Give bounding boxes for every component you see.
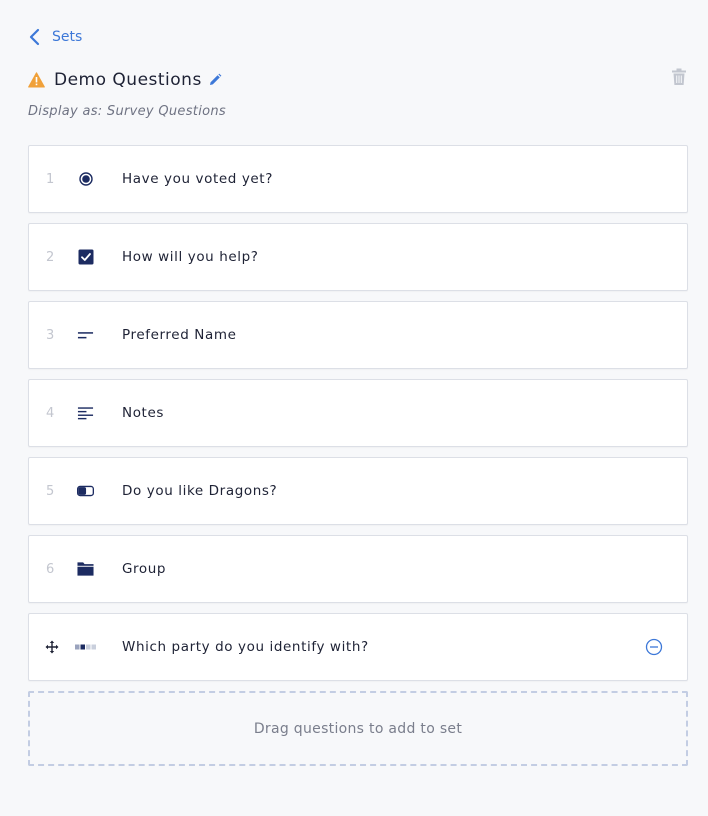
question-row[interactable]: 3 Preferred Name bbox=[28, 301, 688, 369]
back-label: Sets bbox=[52, 29, 83, 45]
remove-question-minus-circle-icon[interactable] bbox=[645, 638, 663, 656]
drag-handle-move-icon[interactable] bbox=[45, 640, 59, 654]
question-number: 5 bbox=[46, 483, 55, 499]
question-number: 1 bbox=[46, 171, 55, 187]
long-text-icon bbox=[77, 405, 94, 422]
warning-icon bbox=[28, 72, 45, 88]
question-row-hovered[interactable]: Which party do you identify with? bbox=[28, 613, 688, 681]
drop-zone-label: Drag questions to add to set bbox=[253, 720, 463, 737]
question-drop-zone[interactable]: Drag questions to add to set bbox=[28, 691, 688, 766]
question-row[interactable]: 4 Notes bbox=[28, 379, 688, 447]
question-label: Group bbox=[122, 561, 167, 577]
short-text-icon bbox=[77, 327, 94, 344]
question-label: How will you help? bbox=[122, 249, 259, 265]
question-row[interactable]: 5 Do you like Dragons? bbox=[28, 457, 688, 525]
title-row: Demo Questions bbox=[28, 70, 222, 90]
question-number: 4 bbox=[46, 405, 55, 421]
question-label: Which party do you identify with? bbox=[122, 639, 369, 655]
page-title: Demo Questions bbox=[54, 70, 202, 90]
question-number: 3 bbox=[46, 327, 55, 343]
delete-set-trash-icon[interactable] bbox=[671, 68, 687, 86]
edit-title-pencil-icon[interactable] bbox=[208, 73, 222, 87]
question-label: Do you like Dragons? bbox=[122, 483, 278, 499]
folder-icon bbox=[77, 561, 94, 578]
question-label: Have you voted yet? bbox=[122, 171, 273, 187]
question-list: 1 Have you voted yet? 2 How will you hel… bbox=[28, 145, 688, 691]
question-number: 2 bbox=[46, 249, 55, 265]
checkbox-icon bbox=[77, 249, 94, 266]
question-number: 6 bbox=[46, 561, 55, 577]
question-row[interactable]: 6 Group bbox=[28, 535, 688, 603]
question-row[interactable]: 2 How will you help? bbox=[28, 223, 688, 291]
display-mode-subtitle: Display as: Survey Questions bbox=[28, 104, 226, 119]
question-row[interactable]: 1 Have you voted yet? bbox=[28, 145, 688, 213]
chevron-left-icon bbox=[29, 28, 40, 46]
radio-button-icon bbox=[77, 171, 94, 188]
question-label: Notes bbox=[122, 405, 164, 421]
toggle-icon bbox=[77, 483, 94, 500]
set-editor-page: Sets Demo Questions Display as: Survey Q… bbox=[0, 0, 708, 816]
segmented-choice-icon bbox=[75, 639, 97, 656]
question-label: Preferred Name bbox=[122, 327, 237, 343]
back-to-sets-link[interactable]: Sets bbox=[28, 28, 82, 46]
